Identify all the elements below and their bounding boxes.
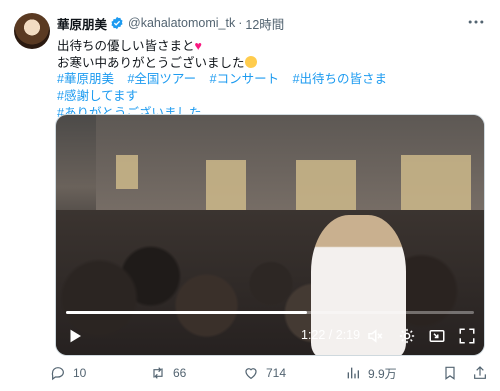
hashtag[interactable]: #全国ツアー: [127, 72, 196, 86]
settings-icon[interactable]: [398, 327, 416, 345]
tweet-line-1: 出待ちの優しい皆さまと♥: [57, 38, 487, 55]
like-icon: [245, 368, 257, 380]
tweet-line-2-text: お寒い中ありがとうございました: [57, 56, 245, 70]
retweet-count: 66: [173, 366, 187, 380]
hashtag[interactable]: #華原朋美: [57, 72, 114, 86]
play-icon[interactable]: [66, 327, 84, 345]
verified-icon: [111, 16, 123, 30]
retweet-icon: [153, 367, 163, 379]
timestamp[interactable]: 12時間: [245, 14, 284, 33]
reply-count: 10: [73, 366, 87, 380]
video-progress-bar[interactable]: [66, 311, 474, 314]
tweet-text: 出待ちの優しい皆さまと♥ お寒い中ありがとうございました: [57, 38, 487, 72]
video-frame-window: [296, 160, 356, 215]
reply-icon: [51, 367, 64, 381]
video-frame-window: [206, 160, 246, 210]
hashtag[interactable]: #コンサート: [210, 72, 279, 86]
views-button[interactable]: 9.9万: [345, 362, 397, 384]
volume-icon[interactable]: [366, 327, 384, 345]
views-count: 9.9万: [368, 366, 397, 381]
tweet-header: 華原朋美 @kahalatomomi_tk · 12時間: [57, 14, 284, 32]
share-icon: [474, 366, 486, 379]
hashtag[interactable]: #感謝してます: [57, 89, 138, 103]
tweet-actions: 10 66 714 9.9万: [50, 362, 490, 384]
video-timecode: 1:22 / 2:19: [301, 328, 361, 342]
pip-icon[interactable]: [428, 327, 446, 345]
video-player[interactable]: 1:22 / 2:19: [55, 114, 485, 356]
reply-button[interactable]: 10: [50, 362, 86, 384]
tweet-card[interactable]: 華原朋美 @kahalatomomi_tk · 12時間 出待ちの優しい皆さまと…: [0, 0, 500, 391]
video-frame-window: [116, 155, 138, 189]
views-icon: [347, 367, 359, 379]
retweet-button[interactable]: 66: [150, 362, 186, 384]
video-controls: 1:22 / 2:19: [56, 317, 484, 355]
user-handle[interactable]: @kahalatomomi_tk: [128, 16, 235, 30]
fullscreen-icon[interactable]: [458, 327, 476, 345]
like-count: 714: [266, 366, 287, 380]
hashtag[interactable]: #出待ちの皆さま: [293, 72, 387, 86]
share-button[interactable]: [472, 362, 488, 384]
avatar[interactable]: [14, 13, 50, 49]
bookmark-button[interactable]: [442, 362, 458, 384]
tweet-line-1-text: 出待ちの優しい皆さまと: [57, 39, 195, 53]
separator-dot: ·: [238, 16, 243, 30]
bookmark-icon: [445, 366, 455, 380]
video-frame-window: [401, 155, 471, 215]
more-icon[interactable]: [466, 12, 486, 32]
heart-icon: ♥: [194, 39, 202, 53]
display-name[interactable]: 華原朋美: [57, 14, 107, 33]
like-button[interactable]: 714: [243, 362, 286, 384]
tweet-line-2: お寒い中ありがとうございました: [57, 55, 487, 72]
emoji-icon: [244, 56, 257, 68]
video-progress-fill: [66, 311, 307, 314]
